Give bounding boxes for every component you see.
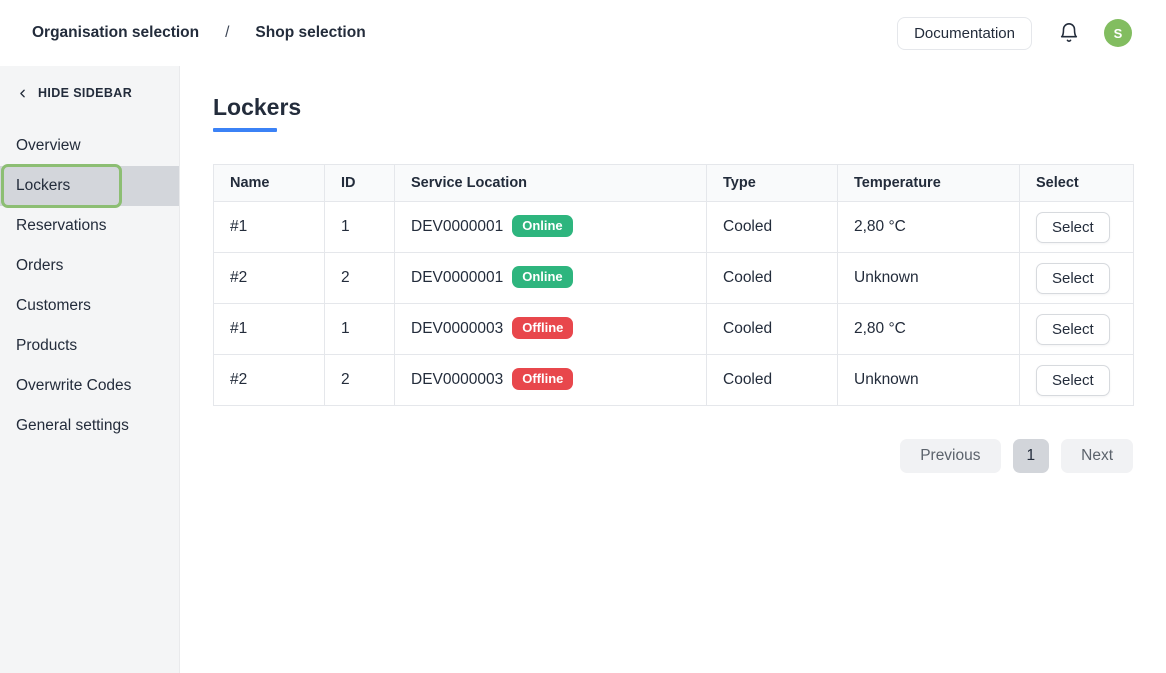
lockers-table: Name ID Service Location Type Temperatur… [213,164,1134,406]
sidebar-item-label: Customers [16,297,91,315]
cell-id: 1 [325,304,395,355]
pagination: Previous 1 Next [213,439,1133,473]
cell-select: Select [1020,202,1134,253]
hide-sidebar-button[interactable]: HIDE SIDEBAR [0,66,179,110]
cell-name: #1 [214,202,325,253]
sidebar-item-label: Orders [16,257,63,275]
cell-select: Select [1020,253,1134,304]
cell-name: #1 [214,304,325,355]
sidebar-item-label: Products [16,337,77,355]
status-badge: Offline [512,368,573,390]
page-layout: HIDE SIDEBAR Overview Lockers Reservatio… [0,66,1166,673]
sidebar: HIDE SIDEBAR Overview Lockers Reservatio… [0,66,180,673]
sidebar-item-reservations[interactable]: Reservations [0,206,179,246]
avatar[interactable]: S [1104,19,1132,47]
select-button[interactable]: Select [1036,365,1110,396]
status-badge: Online [512,215,572,237]
sidebar-item-overview[interactable]: Overview [0,126,179,166]
sidebar-item-customers[interactable]: Customers [0,286,179,326]
cell-type: Cooled [707,202,838,253]
cell-service-location: DEV0000003 Offline [395,304,707,355]
sidebar-item-orders[interactable]: Orders [0,246,179,286]
table-row: #1 1 DEV0000003 Offline Cooled 2,80 °C Se… [214,304,1134,355]
cell-id: 2 [325,253,395,304]
cell-type: Cooled [707,355,838,406]
cell-temperature: Unknown [838,253,1020,304]
status-badge: Online [512,266,572,288]
bell-icon [1058,22,1080,44]
cell-select: Select [1020,355,1134,406]
cell-service-location: DEV0000001 Online [395,202,707,253]
table-row: #2 2 DEV0000001 Online Cooled Unknown Sel… [214,253,1134,304]
cell-temperature: Unknown [838,355,1020,406]
table-header-row: Name ID Service Location Type Temperatur… [214,165,1134,202]
service-location-text: DEV0000001 [411,218,503,235]
table-row: #1 1 DEV0000001 Online Cooled 2,80 °C Sel… [214,202,1134,253]
column-header-service-location: Service Location [395,165,707,202]
cell-id: 2 [325,355,395,406]
cell-id: 1 [325,202,395,253]
title-underline [213,128,277,132]
cell-type: Cooled [707,304,838,355]
service-location-text: DEV0000003 [411,320,503,337]
sidebar-item-label: Lockers [16,177,70,195]
sidebar-item-overwrite-codes[interactable]: Overwrite Codes [0,366,179,406]
main-content: Lockers Name ID Service Location Type Te… [180,66,1166,673]
column-header-id: ID [325,165,395,202]
select-button[interactable]: Select [1036,314,1110,345]
top-bar: Organisation selection / Shop selection … [0,0,1166,66]
cell-select: Select [1020,304,1134,355]
next-page-button[interactable]: Next [1061,439,1133,473]
hide-sidebar-label: HIDE SIDEBAR [38,86,132,100]
column-header-name: Name [214,165,325,202]
breadcrumb-separator: / [225,24,229,42]
sidebar-item-products[interactable]: Products [0,326,179,366]
cell-service-location: DEV0000003 Offline [395,355,707,406]
sidebar-item-general-settings[interactable]: General settings [0,406,179,446]
sidebar-item-label: Reservations [16,217,106,235]
table-row: #2 2 DEV0000003 Offline Cooled Unknown Se… [214,355,1134,406]
service-location-text: DEV0000003 [411,371,503,388]
status-badge: Offline [512,317,573,339]
sidebar-item-label: Overview [16,137,81,155]
breadcrumb-organisation-selection[interactable]: Organisation selection [32,24,199,42]
breadcrumb-shop-selection[interactable]: Shop selection [255,24,365,42]
cell-service-location: DEV0000001 Online [395,253,707,304]
cell-temperature: 2,80 °C [838,202,1020,253]
cell-name: #2 [214,253,325,304]
documentation-button[interactable]: Documentation [897,17,1032,50]
previous-page-button[interactable]: Previous [900,439,1000,473]
notification-bell-button[interactable] [1058,22,1080,44]
sidebar-item-lockers[interactable]: Lockers [0,166,179,206]
current-page-button[interactable]: 1 [1013,439,1050,473]
service-location-text: DEV0000001 [411,269,503,286]
cell-name: #2 [214,355,325,406]
column-header-temperature: Temperature [838,165,1020,202]
chevron-left-icon [16,87,29,100]
breadcrumb: Organisation selection / Shop selection [32,24,366,42]
cell-temperature: 2,80 °C [838,304,1020,355]
page-title: Lockers [213,94,1134,121]
column-header-type: Type [707,165,838,202]
sidebar-item-label: General settings [16,417,129,435]
select-button[interactable]: Select [1036,263,1110,294]
cell-type: Cooled [707,253,838,304]
sidebar-nav: Overview Lockers Reservations Orders Cus… [0,126,179,446]
sidebar-item-label: Overwrite Codes [16,377,131,395]
select-button[interactable]: Select [1036,212,1110,243]
column-header-select: Select [1020,165,1134,202]
